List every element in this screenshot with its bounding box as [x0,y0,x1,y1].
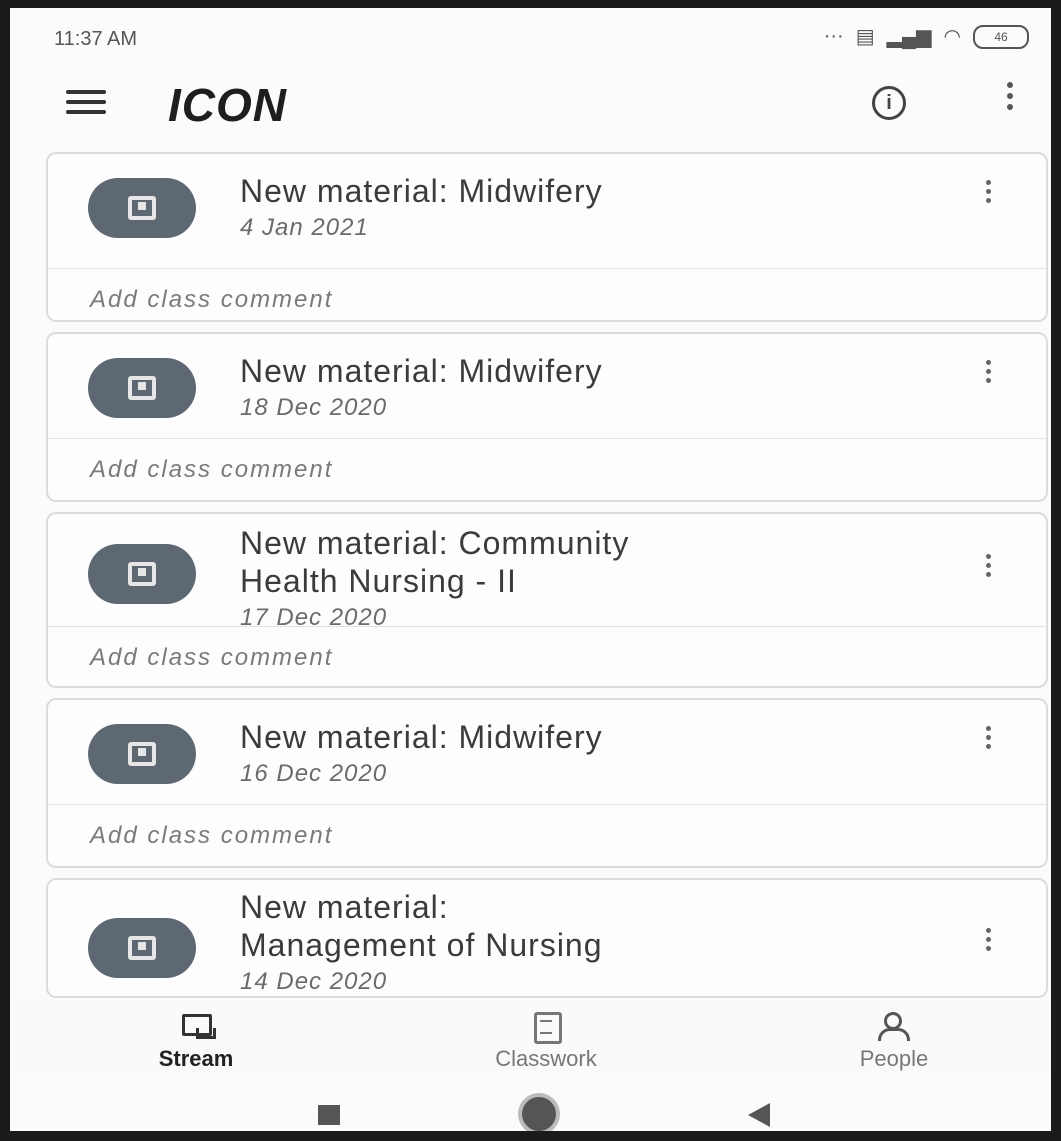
add-class-comment[interactable]: Add class comment [90,644,333,672]
nav-classwork[interactable]: Classwork [446,1010,646,1072]
classwork-icon [526,1010,566,1044]
post-title: New material: Management of Nursing [240,888,603,964]
post-more-icon[interactable] [978,180,998,210]
material-avatar-icon [88,358,196,418]
notification-dots-icon: ··· [823,25,844,47]
post-title-line: New material: Community [240,525,630,561]
people-icon [874,1010,914,1041]
phone-screen: 11:37 AM ··· ▤ ▂▄▆ ◠ 46 ICON i New mater… [0,0,1061,1141]
post-title: New material: Community Health Nursing - … [240,524,629,600]
post-title-line: Management of Nursing [240,927,603,963]
card-divider [48,268,1046,269]
post-card[interactable]: New material: Community Health Nursing - … [46,512,1048,688]
card-divider [48,804,1046,805]
material-icon [128,376,156,400]
back-icon[interactable] [748,1103,770,1127]
recents-icon[interactable] [318,1105,340,1125]
card-divider [48,626,1046,627]
card-divider [48,438,1046,439]
status-icons: ··· ▤ ▂▄▆ ◠ 46 [824,24,1029,49]
status-bar: 11:37 AM ··· ▤ ▂▄▆ ◠ 46 [10,8,1051,68]
post-date: 4 Jan 2021 [240,214,369,241]
stream-feed: New material: Midwifery 4 Jan 2021 Add cla… [46,152,1048,1008]
bottom-navigation: Stream Classwork People [10,998,1051,1078]
material-icon [128,196,156,220]
material-icon [128,562,156,586]
post-more-icon[interactable] [978,554,998,584]
post-title-line: New material: Midwifery [240,719,603,755]
post-title-line: Health Nursing - II [240,563,517,599]
system-navigation [10,1083,1051,1131]
post-title: New material: Midwifery [240,352,603,390]
material-icon [128,936,156,960]
post-more-icon[interactable] [978,360,998,390]
app-bar: ICON i [10,68,1051,148]
post-more-icon[interactable] [978,928,998,958]
signal-icon: ▂▄▆ [886,26,932,48]
post-card[interactable]: New material: Midwifery 4 Jan 2021 Add cla… [46,152,1048,322]
more-vert-icon[interactable] [1000,82,1020,126]
material-avatar-icon [88,724,196,784]
material-icon [128,742,156,766]
nav-classwork-label: Classwork [495,1046,597,1071]
material-avatar-icon [88,178,196,238]
add-class-comment[interactable]: Add class comment [90,456,333,484]
post-title-line: New material: Midwifery [240,353,603,389]
wifi-icon: ◠ [943,26,961,48]
nav-people[interactable]: People [794,1010,994,1072]
nav-stream-label: Stream [158,1046,234,1071]
info-icon[interactable]: i [872,86,906,120]
post-date: 14 Dec 2020 [240,968,388,995]
post-title: New material: Midwifery [240,172,603,210]
post-card[interactable]: New material: Midwifery 18 Dec 2020 Add cl… [46,332,1048,502]
post-card[interactable]: New material: Midwifery 16 Dec 2020 Add cl… [46,698,1048,868]
add-class-comment[interactable]: Add class comment [90,286,333,314]
nav-people-label: People [859,1046,929,1071]
nav-stream[interactable]: Stream [96,1010,296,1072]
post-title: New material: Midwifery [240,718,603,756]
post-date: 18 Dec 2020 [240,394,388,421]
material-avatar-icon [88,918,196,978]
class-title: ICON [168,79,287,131]
post-title-line: New material: [240,889,449,925]
post-more-icon[interactable] [978,726,998,756]
post-title-line: New material: Midwifery [240,173,603,209]
sim-icon: ▤ [855,26,875,48]
post-date: 16 Dec 2020 [240,760,388,787]
material-avatar-icon [88,544,196,604]
battery-icon: 46 [973,24,1029,49]
stream-icon [176,1010,216,1040]
add-class-comment[interactable]: Add class comment [90,822,333,850]
post-date: 17 Dec 2020 [240,604,388,631]
status-time: 11:37 AM [54,28,138,50]
home-icon[interactable] [522,1097,556,1131]
hamburger-menu-icon[interactable] [66,90,106,120]
post-card[interactable]: New material: Management of Nursing 14 Dec… [46,878,1048,998]
